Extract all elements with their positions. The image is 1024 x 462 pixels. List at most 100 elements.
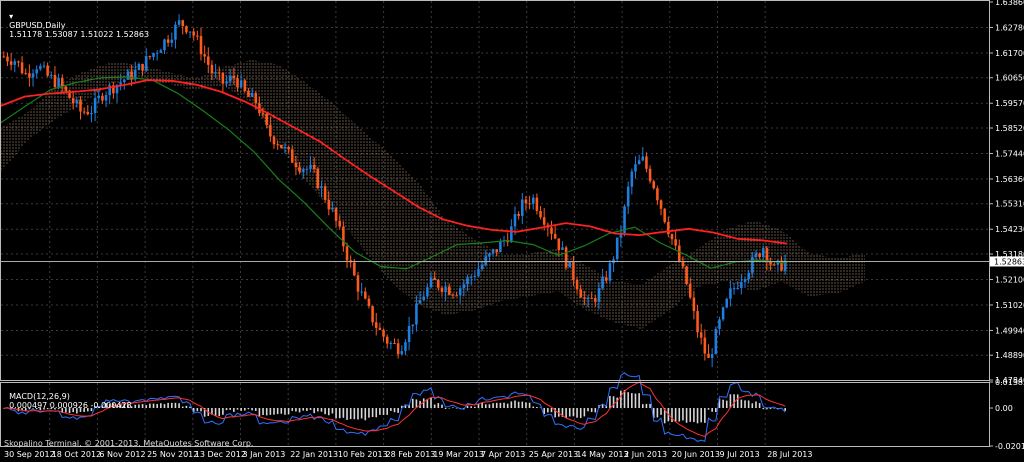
macd-histogram-bar bbox=[704, 408, 706, 423]
ohlc-text: 1.51178 1.53087 1.51022 1.52863 bbox=[9, 30, 150, 39]
y-tick-label: 1.48890 bbox=[995, 351, 1024, 360]
macd-histogram-bar bbox=[327, 408, 330, 416]
candle-body bbox=[561, 247, 564, 250]
candle-body bbox=[685, 266, 688, 285]
macd-header: MACD(12,26,9) 0.000497 0.000926 -0.00042… bbox=[4, 383, 132, 410]
candle-body bbox=[261, 113, 265, 115]
macd-histogram-bar bbox=[302, 408, 305, 411]
macd-histogram-bar bbox=[251, 408, 253, 411]
candle-body bbox=[93, 98, 97, 113]
candle-body bbox=[163, 39, 166, 51]
macd-histogram-bar bbox=[755, 401, 757, 409]
candle-body bbox=[645, 156, 648, 169]
macd-histogram-bar bbox=[696, 408, 699, 424]
candle-body bbox=[217, 72, 221, 74]
candle-body bbox=[192, 31, 195, 36]
candle-body bbox=[141, 63, 144, 71]
candle-body bbox=[298, 167, 301, 172]
macd-histogram-bar bbox=[218, 408, 221, 417]
candle-body bbox=[374, 322, 378, 328]
y-tick-label: 1.54230 bbox=[995, 225, 1024, 234]
candle-body bbox=[123, 79, 126, 83]
macd-histogram-bar bbox=[736, 394, 739, 409]
candle-body bbox=[437, 279, 440, 288]
candle-body bbox=[692, 297, 696, 312]
macd-histogram-bar bbox=[178, 403, 180, 409]
macd-histogram-bar bbox=[700, 408, 702, 423]
candle-body bbox=[323, 186, 327, 200]
candle-body bbox=[626, 186, 630, 207]
candle-body bbox=[539, 210, 542, 218]
candle-body bbox=[710, 354, 714, 358]
macd-histogram-bar bbox=[594, 408, 597, 413]
candle-body bbox=[250, 92, 254, 97]
candle-body bbox=[283, 146, 287, 149]
candle-body bbox=[2, 56, 6, 58]
macd-label: MACD(12,26,9) bbox=[9, 392, 70, 401]
candle-body bbox=[513, 214, 517, 227]
candle-body bbox=[188, 31, 192, 33]
candle-body bbox=[221, 72, 225, 84]
candle-body bbox=[86, 111, 90, 115]
candle-body bbox=[382, 329, 385, 337]
candle-body bbox=[699, 332, 703, 338]
macd-y-tick-label: 0.00 bbox=[995, 404, 1013, 413]
candle-body bbox=[707, 353, 710, 358]
candle-body bbox=[455, 295, 458, 297]
macd-histogram-bar bbox=[313, 408, 315, 414]
macd-histogram-bar bbox=[521, 401, 524, 409]
candle-body bbox=[477, 269, 480, 276]
candle-body bbox=[166, 39, 170, 43]
y-tick-label: 1.56360 bbox=[995, 175, 1024, 184]
symbol-icon: ▾ bbox=[9, 12, 14, 21]
candle-body bbox=[663, 208, 666, 223]
y-tick-label: 1.51020 bbox=[995, 301, 1024, 310]
macd-histogram-bar bbox=[547, 408, 549, 413]
macd-histogram-bar bbox=[170, 402, 173, 409]
macd-histogram-bar bbox=[528, 402, 531, 409]
macd-histogram-bar bbox=[276, 408, 279, 415]
macd-histogram-bar bbox=[433, 404, 436, 409]
macd-histogram-bar bbox=[525, 402, 527, 409]
macd-histogram-bar bbox=[240, 408, 242, 411]
candle-body bbox=[53, 74, 57, 88]
candle-body bbox=[393, 343, 396, 345]
candle-body bbox=[378, 327, 382, 330]
x-tick-label: 22 Jan 2013 bbox=[290, 450, 338, 459]
candle-body bbox=[499, 241, 502, 252]
macd-histogram-bar bbox=[550, 408, 553, 413]
candle-body bbox=[35, 69, 38, 74]
macd-histogram-bar bbox=[773, 408, 776, 409]
candle-body bbox=[601, 277, 604, 289]
candle-body bbox=[426, 287, 429, 297]
macd-histogram-bar bbox=[616, 397, 619, 409]
macd-histogram-bar bbox=[320, 408, 323, 412]
candle-body bbox=[415, 303, 418, 325]
candle-body bbox=[6, 56, 9, 62]
macd-histogram-bar bbox=[265, 408, 268, 416]
candle-body bbox=[535, 197, 539, 211]
macd-histogram-bar bbox=[506, 403, 509, 409]
macd-histogram-bar bbox=[631, 393, 633, 409]
candle-body bbox=[389, 343, 393, 345]
candle-body bbox=[13, 61, 17, 65]
macd-histogram-bar bbox=[441, 404, 443, 409]
macd-histogram-bar bbox=[346, 408, 348, 420]
candle-body bbox=[101, 95, 104, 101]
candle-body bbox=[557, 238, 561, 250]
candle-body bbox=[152, 53, 155, 57]
macd-histogram-bar bbox=[273, 408, 275, 415]
macd-histogram-bar bbox=[214, 408, 217, 416]
candle-body bbox=[174, 24, 177, 40]
candle-body bbox=[137, 63, 141, 70]
candle-body bbox=[418, 300, 422, 304]
candle-body bbox=[367, 298, 371, 307]
macd-histogram-bar bbox=[579, 408, 582, 419]
candle-body bbox=[269, 125, 272, 137]
x-tick-label: 25 Nov 2012 bbox=[147, 450, 198, 459]
candle-body bbox=[615, 237, 619, 260]
macd-histogram-bar bbox=[200, 408, 202, 412]
candle-body bbox=[50, 74, 53, 76]
candle-body bbox=[681, 261, 685, 267]
candle-body bbox=[542, 217, 546, 225]
